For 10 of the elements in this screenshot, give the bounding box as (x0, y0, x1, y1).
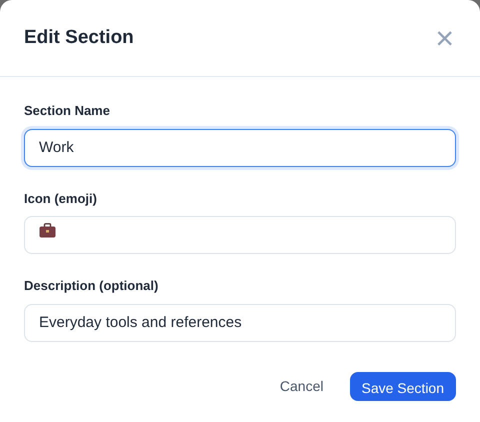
field-label: Icon (emoji) (24, 190, 98, 208)
field-label: Section Name (24, 102, 111, 120)
dialog-title: Edit Section (24, 26, 134, 50)
input-field[interactable]: Work (24, 128, 456, 166)
input-field[interactable] (24, 216, 456, 254)
briefcase-icon (39, 222, 56, 238)
input-field[interactable]: Everyday tools and references (24, 304, 456, 342)
save-button[interactable]: Save Section (350, 372, 456, 400)
cancel-button[interactable]: Cancel (270, 370, 334, 402)
field-label: Description (optional) (24, 277, 160, 295)
